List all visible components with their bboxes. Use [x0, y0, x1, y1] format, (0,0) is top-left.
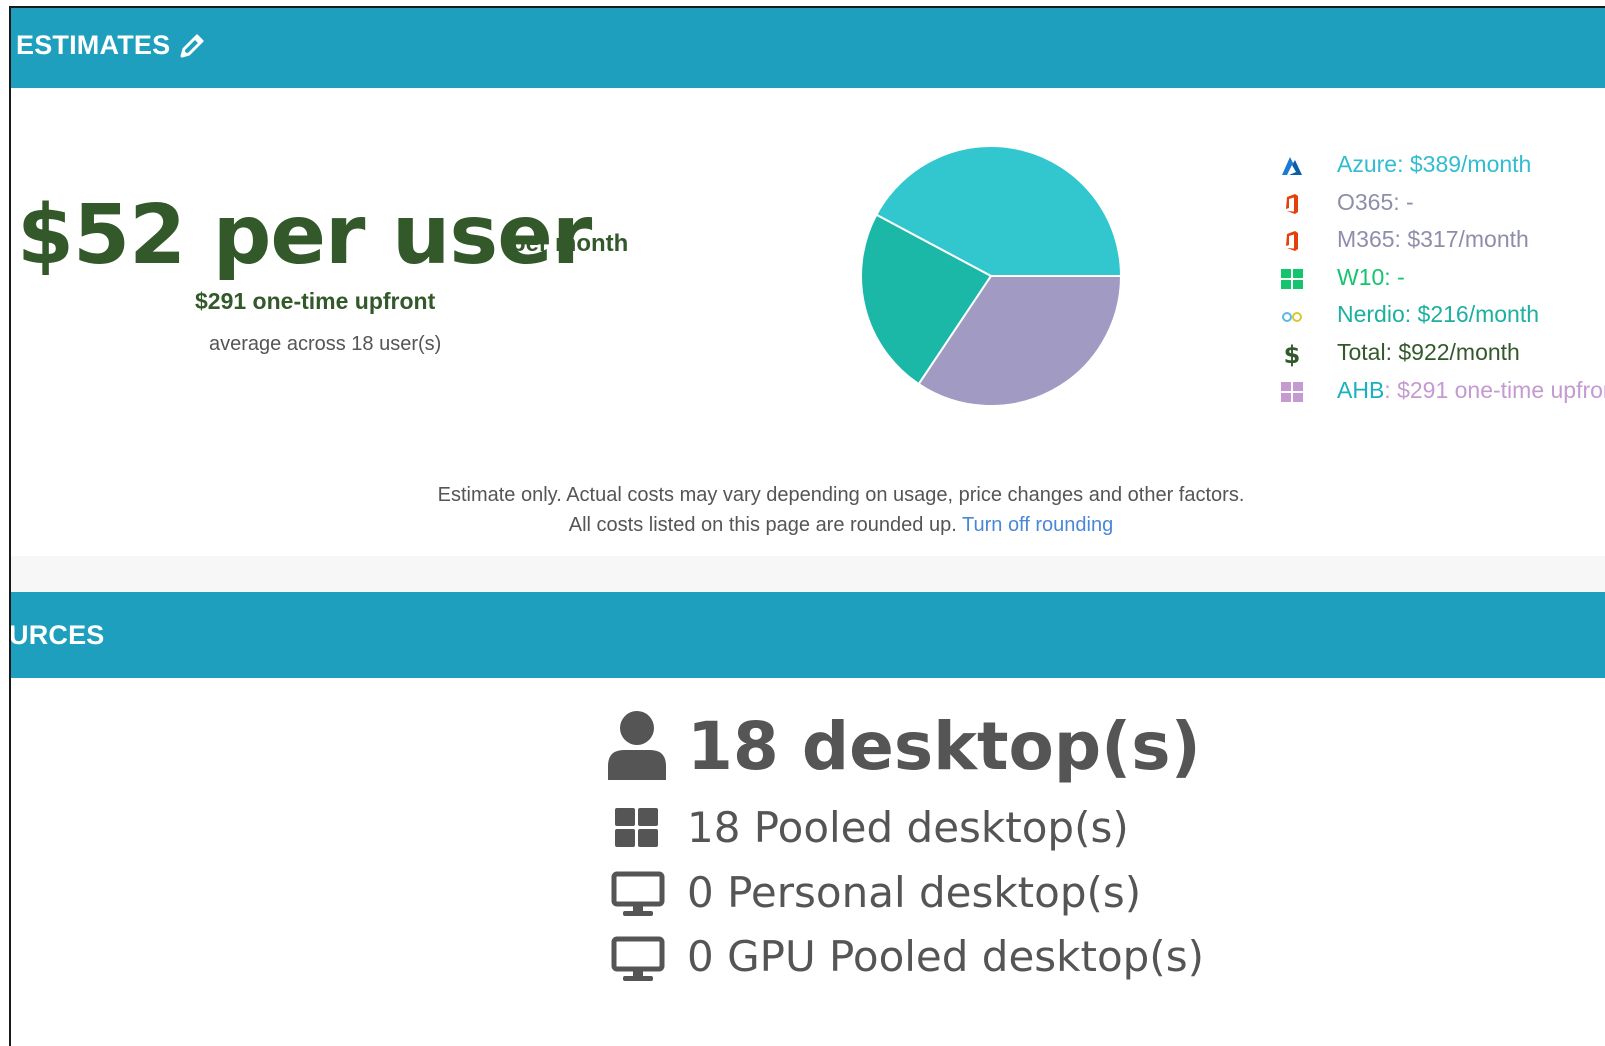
- azure-icon: [1282, 157, 1302, 175]
- windows-icon: [615, 808, 658, 847]
- price-per-user: $52 per user: [17, 188, 592, 283]
- pencil-icon[interactable]: [178, 32, 206, 60]
- legend-text: Azure: $389/month: [1337, 151, 1532, 177]
- ahb-value: : $291 one-time upfront: [1384, 377, 1605, 403]
- gpu-pooled-desktops: 0 GPU Pooled desktop(s): [687, 932, 1204, 981]
- resources-title: URCES: [9, 620, 105, 650]
- pooled-desktops: 18 Pooled desktop(s): [687, 803, 1129, 852]
- legend-text: W10: -: [1337, 264, 1405, 290]
- office-icon: [1286, 194, 1298, 214]
- legend-text: M365: $317/month: [1337, 226, 1529, 252]
- rounding-note: All costs listed on this page are rounde…: [11, 514, 1605, 537]
- cost-pie-chart: [860, 145, 1123, 407]
- legend-text: AHB: $291 one-time upfront: [1337, 377, 1605, 404]
- resources-header: URCES: [11, 592, 1605, 678]
- svg-text:$: $: [1284, 341, 1301, 367]
- legend-text: Total: $922/month: [1337, 339, 1520, 365]
- windows-icon: [1281, 382, 1303, 402]
- legend-text: O365: -: [1337, 189, 1414, 215]
- upfront-cost: $291 one-time upfront: [195, 288, 436, 314]
- nerdio-icon: [1282, 312, 1302, 322]
- user-icon: [608, 711, 666, 780]
- turn-off-rounding-link[interactable]: Turn off rounding: [962, 514, 1113, 536]
- disclaimer-text: Estimate only. Actual costs may vary dep…: [437, 484, 1245, 506]
- desktops-total: 18 desktop(s): [687, 708, 1201, 785]
- average-users: average across 18 user(s): [209, 333, 442, 355]
- desktop-icon: [611, 871, 665, 916]
- section-separator: [11, 556, 1605, 592]
- estimates-title: ESTIMATES: [16, 30, 171, 60]
- office-icon: [1286, 231, 1298, 251]
- estimates-header: ESTIMATES: [11, 8, 1605, 88]
- dollar-icon: $: [1284, 341, 1301, 367]
- personal-desktops: 0 Personal desktop(s): [687, 868, 1142, 917]
- page-frame: ESTIMATES $52 per user per month $291 on…: [9, 6, 1605, 1046]
- ahb-label: AHB: [1337, 377, 1385, 403]
- per-month-label: per month: [511, 230, 629, 257]
- rounding-text: All costs listed on this page are rounde…: [568, 514, 957, 536]
- legend-text: Nerdio: $216/month: [1337, 301, 1540, 327]
- windows-icon: [1281, 269, 1303, 289]
- desktop-icon: [611, 936, 665, 981]
